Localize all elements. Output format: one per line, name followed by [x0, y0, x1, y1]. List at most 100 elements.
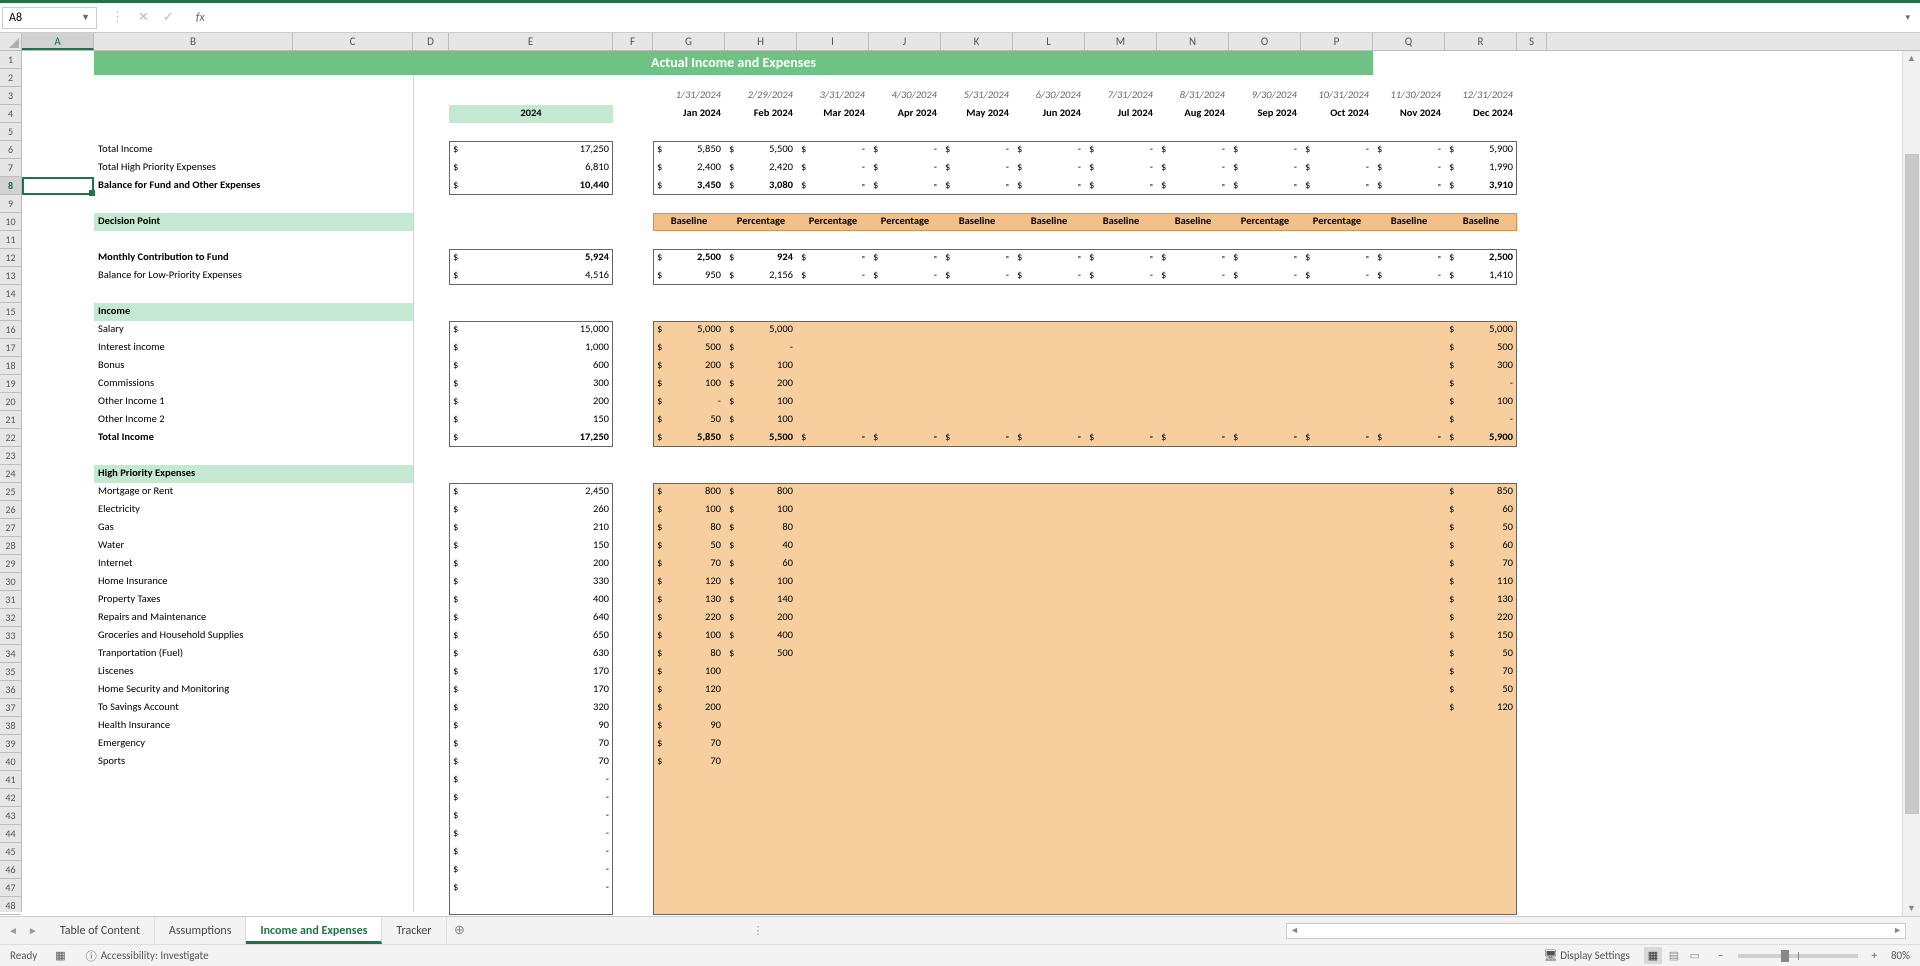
row-header-16[interactable]: 16 [0, 321, 21, 339]
cell-r17-cG[interactable]: 500 [653, 339, 725, 357]
cell-r19-cR[interactable]: - [1445, 375, 1517, 393]
cell-r27-cG[interactable]: 80 [653, 519, 725, 537]
cell-r19-cE[interactable]: 300 [449, 375, 613, 393]
cells-area[interactable]: Actual Income and Expenses1/31/20242/29/… [22, 51, 1920, 912]
cell-r3-cL[interactable]: 6/30/2024 [1013, 87, 1085, 105]
cell-r6-cP[interactable]: - [1301, 141, 1373, 159]
tab-split-handle[interactable]: ⋮ [753, 924, 764, 937]
cell-r33-cH[interactable]: 400 [725, 627, 797, 645]
cell-r20-cB[interactable]: Other Income 1 [94, 393, 293, 411]
row-header-37[interactable]: 37 [0, 699, 21, 717]
page-break-view-icon[interactable]: ▭ [1686, 947, 1704, 964]
cell-r7-cH[interactable]: 2,420 [725, 159, 797, 177]
row-header-46[interactable]: 46 [0, 861, 21, 879]
col-header-N[interactable]: N [1157, 33, 1229, 50]
sheet-tab-income-and-expenses[interactable]: Income and Expenses [246, 917, 382, 944]
row-header-25[interactable]: 25 [0, 483, 21, 501]
cell-r13-cH[interactable]: 2,156 [725, 267, 797, 285]
row-header-42[interactable]: 42 [0, 789, 21, 807]
cell-r13-cE[interactable]: 4,516 [449, 267, 613, 285]
cell-r33-cE[interactable]: 650 [449, 627, 613, 645]
col-header-C[interactable]: C [293, 33, 413, 50]
row-header-15[interactable]: 15 [0, 303, 21, 321]
cell-r7-cG[interactable]: 2,400 [653, 159, 725, 177]
cell-r7-cI[interactable]: - [797, 159, 869, 177]
cell-r32-cR[interactable]: 220 [1445, 609, 1517, 627]
cell-r4-cH[interactable]: Feb 2024 [725, 105, 797, 123]
cell-r8-cN[interactable]: - [1157, 177, 1229, 195]
cell-r6-cG[interactable]: 5,850 [653, 141, 725, 159]
cell-r27-cE[interactable]: 210 [449, 519, 613, 537]
col-header-R[interactable]: R [1445, 33, 1517, 50]
select-all-corner[interactable] [0, 33, 22, 50]
cell-r12-cN[interactable]: - [1157, 249, 1229, 267]
cell-r7-cB[interactable]: Total High Priority Expenses [94, 159, 293, 177]
cell-r25-cG[interactable]: 800 [653, 483, 725, 501]
cell-r33-cG[interactable]: 100 [653, 627, 725, 645]
cell-r6-cM[interactable]: - [1085, 141, 1157, 159]
cell-r46-cE[interactable]: - [449, 861, 613, 879]
row-header-20[interactable]: 20 [0, 393, 21, 411]
cell-r26-cE[interactable]: 260 [449, 501, 613, 519]
cell-r12-cR[interactable]: 2,500 [1445, 249, 1517, 267]
cell-r32-cE[interactable]: 640 [449, 609, 613, 627]
cell-r17-cB[interactable]: Interest income [94, 339, 293, 357]
cell-r25-cH[interactable]: 800 [725, 483, 797, 501]
cell-r34-cG[interactable]: 80 [653, 645, 725, 663]
cell-r21-cG[interactable]: 50 [653, 411, 725, 429]
cell-r10-cJ[interactable]: Percentage [869, 213, 941, 231]
row-header-7[interactable]: 7 [0, 159, 21, 177]
col-header-G[interactable]: G [653, 33, 725, 50]
cell-r10-cH[interactable]: Percentage [725, 213, 797, 231]
row-header-6[interactable]: 6 [0, 141, 21, 159]
cell-r30-cG[interactable]: 120 [653, 573, 725, 591]
row-header-21[interactable]: 21 [0, 411, 21, 429]
vertical-scrollbar[interactable]: ▲ ▼ [1902, 51, 1920, 916]
cell-r10-cN[interactable]: Baseline [1157, 213, 1229, 231]
col-header-H[interactable]: H [725, 33, 797, 50]
row-header-4[interactable]: 4 [0, 105, 21, 123]
cell-r6-cO[interactable]: - [1229, 141, 1301, 159]
cell-r28-cH[interactable]: 40 [725, 537, 797, 555]
cell-r28-cR[interactable]: 60 [1445, 537, 1517, 555]
cell-r31-cB[interactable]: Property Taxes [94, 591, 293, 609]
tab-nav-next-icon[interactable]: ► [28, 924, 38, 937]
col-header-K[interactable]: K [941, 33, 1013, 50]
cell-r4-cQ[interactable]: Nov 2024 [1373, 105, 1445, 123]
cell-r4-cR[interactable]: Dec 2024 [1445, 105, 1517, 123]
cell-r22-cJ[interactable]: - [869, 429, 941, 447]
hscroll-left-icon[interactable]: ◄ [1290, 925, 1299, 936]
cell-r30-cH[interactable]: 100 [725, 573, 797, 591]
cell-r10-cO[interactable]: Percentage [1229, 213, 1301, 231]
cell-r4-cK[interactable]: May 2024 [941, 105, 1013, 123]
cell-r4-cO[interactable]: Sep 2024 [1229, 105, 1301, 123]
name-box[interactable]: A8 ▼ [2, 7, 97, 29]
cell-r16-cB[interactable]: Salary [94, 321, 293, 339]
cell-r6-cL[interactable]: - [1013, 141, 1085, 159]
cell-r30-cB[interactable]: Home Insurance [94, 573, 293, 591]
cell-r12-cH[interactable]: 924 [725, 249, 797, 267]
cell-r22-cE[interactable]: 17,250 [449, 429, 613, 447]
col-header-M[interactable]: M [1085, 33, 1157, 50]
cell-r20-cG[interactable]: - [653, 393, 725, 411]
col-header-S[interactable]: S [1517, 33, 1547, 50]
cell-r12-cL[interactable]: - [1013, 249, 1085, 267]
cell-r22-cL[interactable]: - [1013, 429, 1085, 447]
cell-r21-cR[interactable]: - [1445, 411, 1517, 429]
cell-r4-cG[interactable]: Jan 2024 [653, 105, 725, 123]
cell-r10-cK[interactable]: Baseline [941, 213, 1013, 231]
cell-r17-cE[interactable]: 1,000 [449, 339, 613, 357]
row-header-39[interactable]: 39 [0, 735, 21, 753]
cell-r32-cB[interactable]: Repairs and Maintenance [94, 609, 293, 627]
row-header-48[interactable]: 48 [0, 897, 21, 915]
cell-r28-cG[interactable]: 50 [653, 537, 725, 555]
scroll-down-icon[interactable]: ▼ [1907, 903, 1916, 914]
cell-r34-cH[interactable]: 500 [725, 645, 797, 663]
cell-r21-cB[interactable]: Other Income 2 [94, 411, 293, 429]
cell-r38-cE[interactable]: 90 [449, 717, 613, 735]
cell-r13-cQ[interactable]: - [1373, 267, 1445, 285]
row-header-43[interactable]: 43 [0, 807, 21, 825]
cell-r4-cM[interactable]: Jul 2024 [1085, 105, 1157, 123]
cell-r7-cN[interactable]: - [1157, 159, 1229, 177]
cell-r4-cP[interactable]: Oct 2024 [1301, 105, 1373, 123]
